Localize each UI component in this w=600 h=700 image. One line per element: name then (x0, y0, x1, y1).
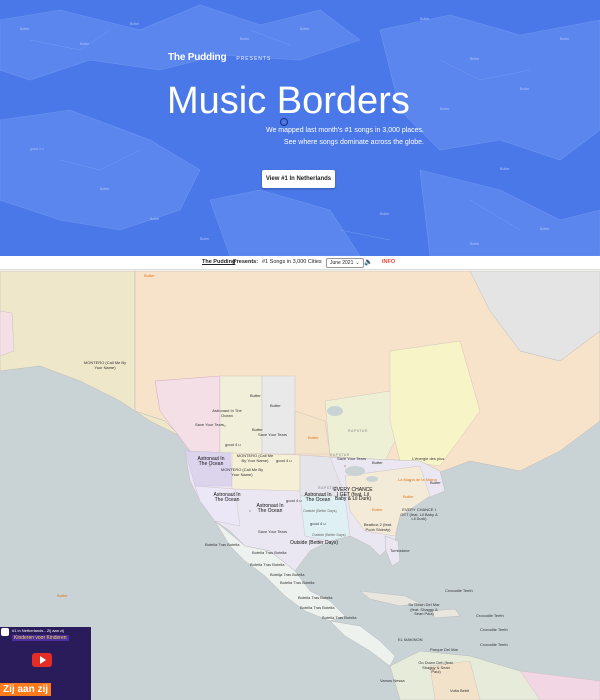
map-toolbar: The Pudding Presents: #1 Songs in 3,000 … (0, 256, 600, 270)
map-label[interactable]: Vamos Nessa (380, 678, 405, 684)
map-label[interactable]: Butter (372, 460, 383, 466)
map-label[interactable]: L'énergie des plus (412, 456, 444, 462)
toolbar-title: #1 Songs in 3,000 Cities (262, 259, 322, 265)
toolbar-presents: Presents: (233, 259, 259, 265)
map-label[interactable]: Save Your Tears (258, 432, 287, 438)
video-channel: Kinderen voor Kinderen (12, 635, 69, 641)
map-label[interactable]: EVERY CHANCE I GET (feat. Lil Baby & Lil… (400, 507, 438, 522)
map-label[interactable]: Botella Tras Botella (298, 595, 332, 601)
map-label[interactable]: MONTERO (Call Me By Your Name) (235, 453, 275, 463)
svg-text:good 4 u: good 4 u (30, 147, 44, 151)
map-label[interactable]: Save Your Tears (195, 422, 224, 428)
map-label[interactable]: Astronaut In The Ocean (212, 408, 242, 418)
map-label[interactable]: Astronaut In The Ocean (196, 457, 226, 467)
map-label[interactable]: Botella Tras Botella (205, 542, 239, 548)
svg-text:Butter: Butter (300, 27, 310, 31)
map-label[interactable]: Tombstone (390, 548, 410, 554)
map-label[interactable]: good 4 u (310, 521, 326, 527)
map-label[interactable]: Botella Tras Botella (280, 580, 314, 586)
play-button-icon[interactable] (32, 653, 52, 667)
map-label[interactable]: Crocodile Teeth (480, 627, 508, 633)
svg-text:Butter: Butter (130, 22, 140, 26)
video-title[interactable]: #1 in Netherlands - Zij aan zij (12, 628, 64, 633)
svg-text:Butter: Butter (240, 37, 250, 41)
map-label[interactable]: Go Down Deh (feat. Shaggy & Sean Paul) (418, 660, 454, 675)
month-select[interactable]: June 2021 ⌄ (326, 258, 364, 268)
page-title: Music Borders (167, 80, 410, 122)
svg-text:Butter: Butter (440, 107, 450, 111)
chevron-down-icon: ⌄ (355, 260, 360, 266)
map-label[interactable]: Botella Tras Botella (300, 605, 334, 611)
map-label[interactable]: Save Your Tears (258, 529, 287, 535)
hero-subtitle-line1: We mapped last month's #1 songs in 3,000… (265, 127, 424, 134)
map-label[interactable]: Astronaut In The Ocean (303, 493, 333, 503)
map-label[interactable]: Butter (250, 393, 261, 399)
map-label[interactable]: Save Your Tears (337, 456, 366, 462)
map-label[interactable]: EVERY CHANCE I GET (feat. Lil Baby & Lil… (333, 488, 373, 502)
map-label[interactable]: Butter (308, 435, 319, 441)
channel-logo (1, 628, 9, 636)
map-label[interactable]: Parque Del Mar (430, 647, 458, 653)
svg-text:Butter: Butter (100, 187, 110, 191)
map-label[interactable]: La Mama de la Mama (398, 477, 437, 483)
map-label[interactable]: MONTERO (Call Me By Your Name) (80, 360, 130, 370)
map-label[interactable]: RAPSTAR (330, 453, 350, 458)
svg-text:Butter: Butter (150, 217, 160, 221)
map-label[interactable]: EL MAKINON (398, 637, 423, 643)
hero-subtitle: We mapped last month's #1 songs in 3,000… (260, 125, 424, 149)
svg-text:Butter: Butter (560, 37, 570, 41)
map-label[interactable]: Outside (Better Days) (290, 541, 338, 546)
svg-text:Butter: Butter (470, 57, 480, 61)
map-label[interactable]: Butter (144, 273, 155, 279)
video-overlay-text: Zij aan zij (0, 683, 52, 696)
svg-text:Butter: Butter (540, 227, 550, 231)
pudding-logo[interactable]: The Pudding (168, 52, 227, 63)
hero-section: Butter Butter Butter Butter Butter Butter Bu… (0, 0, 600, 256)
map-label[interactable]: Outside (Better Days) (312, 533, 346, 538)
svg-text:Butter: Butter (520, 87, 530, 91)
svg-text:Butter: Butter (80, 42, 90, 46)
map-label[interactable]: Butter (372, 507, 383, 513)
hero-subtitle-line2: See where songs dominate across the glob… (283, 139, 424, 146)
map-label[interactable]: Butter (403, 494, 414, 500)
svg-text:Butter: Butter (200, 237, 210, 241)
map-label[interactable]: Su Dosin Del Mar (feat. Shaggy & Sean Pa… (406, 602, 442, 617)
map-label[interactable]: Butter (252, 427, 263, 433)
month-select-value: June 2021 (330, 260, 354, 266)
map-label[interactable]: RAPSTAR (348, 429, 368, 434)
map-label[interactable]: MONTERO (Call Me By Your Name) (220, 467, 264, 477)
map-label[interactable]: Crocodile Teeth (480, 642, 508, 648)
map-label[interactable]: Astronaut In The Ocean (255, 504, 285, 514)
map-label[interactable]: Volta Bebê (450, 688, 469, 694)
map-label[interactable]: Botella Tras Botella (270, 572, 304, 578)
map-label[interactable]: Botella Tras Botella (322, 615, 356, 621)
map-label[interactable]: Botella Tras Botella (252, 550, 286, 556)
map-label[interactable]: good 4 u (276, 458, 292, 464)
map-label[interactable]: Butter (57, 593, 68, 599)
map-label[interactable]: good 4 u (286, 498, 302, 504)
svg-text:Butter: Butter (420, 17, 430, 21)
svg-text:Butter: Butter (500, 167, 510, 171)
map-label[interactable]: Botella Tras Botella (250, 562, 284, 568)
svg-text:Butter: Butter (380, 212, 390, 216)
map-label[interactable]: Crocodile Teeth (445, 588, 473, 594)
map-label[interactable]: Astronaut In The Ocean (212, 493, 242, 503)
map-label[interactable]: good 4 u (225, 442, 241, 448)
view-country-button[interactable]: View #1 In Netherlands (262, 170, 335, 188)
map-label[interactable]: Beatbox 2 (feat. Pooh Shiesty) (360, 522, 396, 532)
toolbar-brand-link[interactable]: The Pudding (202, 259, 235, 265)
map-label[interactable]: Crocodile Teeth (476, 613, 504, 619)
video-player[interactable]: #1 in Netherlands - Zij aan zij Kinderen… (0, 627, 91, 700)
map-label[interactable]: Outside (Better Days) (303, 509, 337, 514)
map-label[interactable]: Butter (270, 403, 281, 409)
presents-label: PRESENTS (236, 56, 272, 62)
info-button[interactable]: INFO (382, 259, 395, 265)
hero-brand: The Pudding PRESENTS (168, 52, 271, 63)
svg-text:Butter: Butter (20, 27, 30, 31)
svg-text:Butter: Butter (470, 242, 480, 246)
speaker-icon[interactable]: 🔈 (364, 258, 373, 266)
